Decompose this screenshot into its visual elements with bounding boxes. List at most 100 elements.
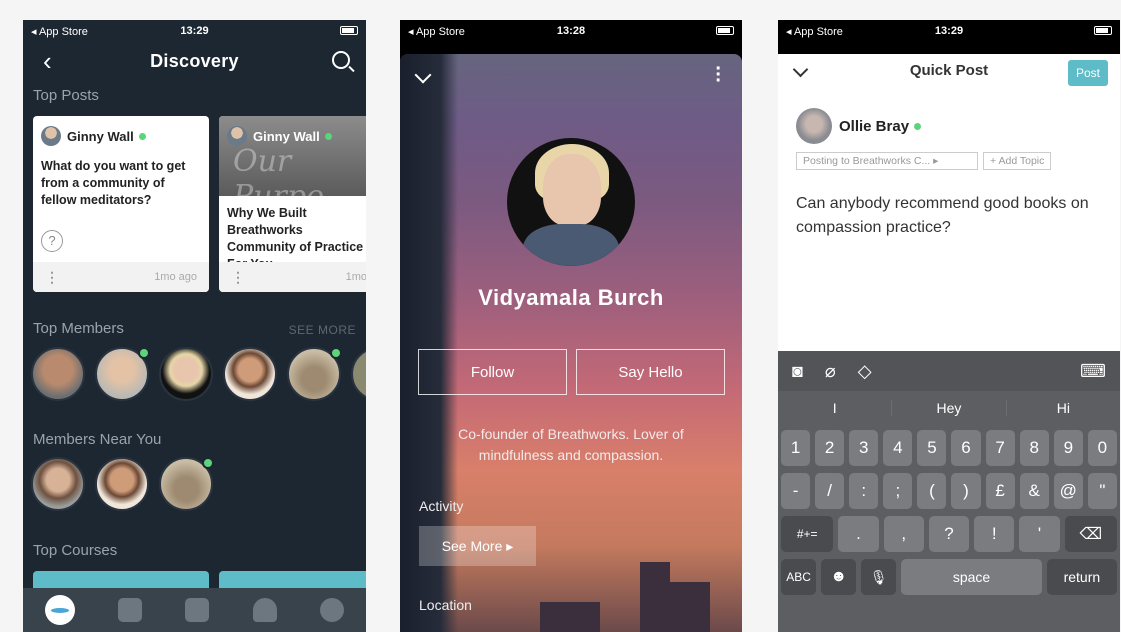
follow-button[interactable]: Follow [418, 349, 567, 395]
tab-notifications-icon[interactable] [252, 598, 277, 622]
tab-home-icon[interactable] [44, 595, 75, 625]
camera-icon[interactable]: ◙ [792, 361, 803, 382]
status-bar: ◂ App Store 13:28 [400, 20, 742, 42]
see-more-button[interactable]: See More ▸ [419, 526, 536, 566]
avatar [227, 126, 247, 146]
key[interactable]: ? [928, 516, 970, 552]
key[interactable]: ! [974, 516, 1015, 552]
post-text-input[interactable]: Can anybody recommend good books on comp… [796, 192, 1096, 240]
back-chevron-icon[interactable]: ‹ [43, 48, 52, 74]
keyboard-dismiss-icon[interactable]: ⌨ [1080, 361, 1106, 382]
key[interactable]: @ [1053, 473, 1083, 509]
key[interactable]: 5 [917, 430, 947, 466]
microphone-icon[interactable]: 🎙 [861, 559, 897, 595]
suggestion[interactable]: Hi [1007, 400, 1120, 416]
key[interactable]: ' [1019, 516, 1060, 552]
backspace-icon[interactable]: ⌫ [1064, 516, 1118, 552]
city-silhouette [540, 602, 600, 632]
keyboard-toolbar: ◙ ⌀ ◇ ⌨ [778, 351, 1120, 391]
member-avatar[interactable] [223, 347, 277, 401]
section-title-top-members: Top Members [33, 320, 124, 337]
attachment-icon[interactable]: ⌀ [825, 361, 836, 382]
add-topic-button[interactable]: + Add Topic [983, 152, 1052, 170]
key[interactable]: 1 [781, 430, 811, 466]
post-card[interactable]: Ginny Wall Our Purpo Why We Built Breath… [219, 116, 366, 292]
key[interactable]: £ [985, 473, 1015, 509]
key[interactable]: 3 [849, 430, 879, 466]
key[interactable]: 7 [985, 430, 1015, 466]
section-title-top-posts: Top Posts [33, 87, 99, 104]
key[interactable]: 9 [1053, 430, 1083, 466]
post-button[interactable]: Post [1068, 60, 1108, 86]
post-text: What do you want to get from a community… [41, 159, 186, 207]
status-bar: ◂ App Store 13:29 [23, 20, 366, 42]
post-time: 1mo ago [154, 271, 197, 283]
say-hello-button[interactable]: Say Hello [576, 349, 725, 395]
more-options-icon[interactable]: ⋮ [231, 269, 346, 286]
member-avatar[interactable] [351, 347, 366, 401]
member-avatar[interactable] [159, 347, 213, 401]
discovery-screen: ◂ App Store 13:29 ‹ Discovery Top Posts … [23, 20, 366, 632]
keyboard: ◙ ⌀ ◇ ⌨ I Hey Hi 1 2 3 4 5 6 7 8 9 0 - /… [778, 351, 1120, 632]
post-author: Ginny Wall [219, 116, 340, 146]
tab-chat-icon[interactable] [118, 598, 143, 622]
post-image: Ginny Wall Our Purpo [219, 116, 366, 214]
key[interactable]: 4 [883, 430, 913, 466]
section-title-members-near-you: Members Near You [33, 431, 162, 448]
key-row-symbols: - / : ; ( ) £ & @ " [781, 473, 1117, 509]
key[interactable]: 0 [1087, 430, 1117, 466]
key[interactable]: - [781, 473, 811, 509]
post-footer: ⋮ 1mo ago [33, 262, 209, 292]
key-abc[interactable]: ABC [781, 559, 817, 595]
key[interactable]: . [838, 516, 879, 552]
online-indicator [330, 347, 342, 359]
search-icon[interactable] [332, 51, 350, 69]
online-indicator [138, 347, 150, 359]
key[interactable]: 2 [815, 430, 845, 466]
status-time: 13:29 [934, 25, 964, 37]
member-avatar[interactable] [31, 347, 85, 401]
nav-bar: ‹ Discovery [23, 44, 366, 78]
key[interactable]: & [1019, 473, 1049, 509]
status-time: 13:29 [180, 25, 209, 37]
online-indicator [202, 457, 214, 469]
key[interactable]: 6 [951, 430, 981, 466]
profile-bio: Co-founder of Breathworks. Lover of mind… [458, 426, 684, 463]
member-avatar[interactable] [31, 457, 85, 511]
more-options-icon[interactable]: · · · [715, 59, 722, 91]
more-options-icon[interactable]: ⋮ [45, 269, 154, 286]
tab-profile-icon[interactable] [320, 598, 345, 622]
key[interactable]: : [849, 473, 879, 509]
key[interactable]: ( [917, 473, 947, 509]
key[interactable]: 8 [1019, 430, 1049, 466]
suggestion-bar: I Hey Hi [778, 391, 1120, 425]
member-avatar[interactable] [95, 457, 149, 511]
return-key[interactable]: return [1046, 559, 1117, 595]
key[interactable]: , [883, 516, 924, 552]
tab-bar [23, 588, 366, 632]
posting-to-selector[interactable]: Posting to Breathworks C... ▸ [796, 152, 978, 170]
tag-icon[interactable]: ◇ [858, 361, 872, 382]
suggestion[interactable]: I [778, 400, 893, 416]
post-footer: ⋮ 1mo [219, 262, 366, 292]
post-card[interactable]: Ginny Wall What do you want to get from … [33, 116, 209, 292]
tab-create-icon[interactable] [185, 598, 210, 622]
emoji-icon[interactable]: ☻ [821, 559, 857, 595]
key[interactable]: / [815, 473, 845, 509]
key[interactable]: ; [883, 473, 913, 509]
status-time: 13:28 [556, 25, 586, 37]
key[interactable]: " [1087, 473, 1117, 509]
location-label: Location [419, 597, 472, 613]
key[interactable]: ) [951, 473, 981, 509]
profile-photo [507, 138, 635, 266]
suggestion[interactable]: Hey [892, 400, 1007, 416]
online-indicator [324, 132, 332, 140]
status-bar: ◂ App Store 13:29 [778, 20, 1120, 42]
key-row-bottom: ABC ☻ 🎙 space return [781, 559, 1117, 595]
post-time: 1mo [345, 271, 366, 283]
key-more-symbols[interactable]: #+= [781, 516, 834, 552]
space-key[interactable]: space [901, 559, 1042, 595]
see-more-link[interactable]: SEE MORE [289, 323, 356, 337]
battery-icon [340, 26, 358, 37]
author-name: Ollie Bray [839, 117, 910, 135]
